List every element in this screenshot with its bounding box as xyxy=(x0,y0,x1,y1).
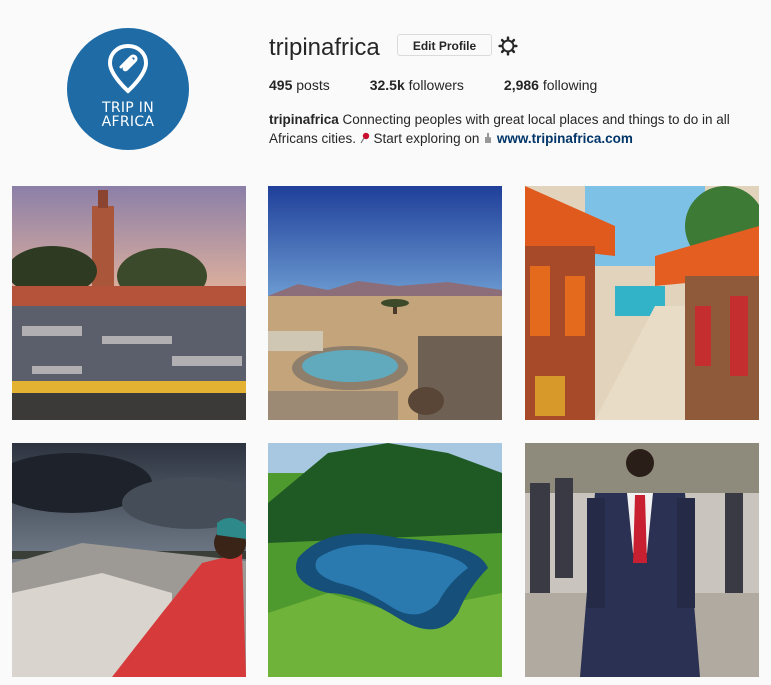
avatar-text-line1: TRIP IN xyxy=(101,100,154,116)
bio-text-2: Start exploring on xyxy=(369,131,484,146)
post-tile[interactable] xyxy=(12,443,246,677)
post-image-beach-market xyxy=(525,186,759,420)
edit-profile-button[interactable]: Edit Profile xyxy=(397,34,492,56)
profile-bio: tripinafrica Connecting peoples with gre… xyxy=(269,110,769,148)
following-count: 2,986 xyxy=(503,77,539,93)
post-tile[interactable] xyxy=(268,186,502,420)
post-tile[interactable] xyxy=(12,186,246,420)
avatar-logo-text: TRIP IN AFRICA xyxy=(102,101,155,129)
gear-icon[interactable] xyxy=(498,36,518,56)
profile-avatar[interactable]: TRIP IN AFRICA xyxy=(67,28,189,150)
followers-count: 32.5k xyxy=(369,77,405,93)
profile-stats: 495 posts 32.5k followers 2,986 followin… xyxy=(269,77,637,93)
followers-stat[interactable]: 32.5k followers xyxy=(370,77,464,93)
posts-label: posts xyxy=(296,77,330,93)
posts-stat: 495 posts xyxy=(269,77,330,93)
profile-username: tripinafrica xyxy=(269,34,380,61)
location-pin-logo-icon xyxy=(107,43,149,94)
post-image-desert-pool xyxy=(268,186,502,420)
bio-website-link[interactable]: www.tripinafrica.com xyxy=(497,131,633,146)
post-image-man-suit xyxy=(525,443,759,677)
posts-count: 495 xyxy=(269,77,293,93)
bio-username: tripinafrica xyxy=(269,112,339,127)
post-tile[interactable] xyxy=(525,443,759,677)
following-stat[interactable]: 2,986 following xyxy=(504,77,597,93)
post-image-woman-boat xyxy=(12,443,246,677)
avatar-text-line2: AFRICA xyxy=(101,114,155,130)
post-image-crater-lake xyxy=(268,443,502,677)
pointing-hand-icon xyxy=(485,132,492,143)
post-image-marrakech xyxy=(12,186,246,420)
post-tile[interactable] xyxy=(268,443,502,677)
following-label: following xyxy=(542,77,598,93)
post-tile[interactable] xyxy=(525,186,759,420)
map-pin-icon xyxy=(360,132,369,144)
followers-label: followers xyxy=(408,77,464,93)
